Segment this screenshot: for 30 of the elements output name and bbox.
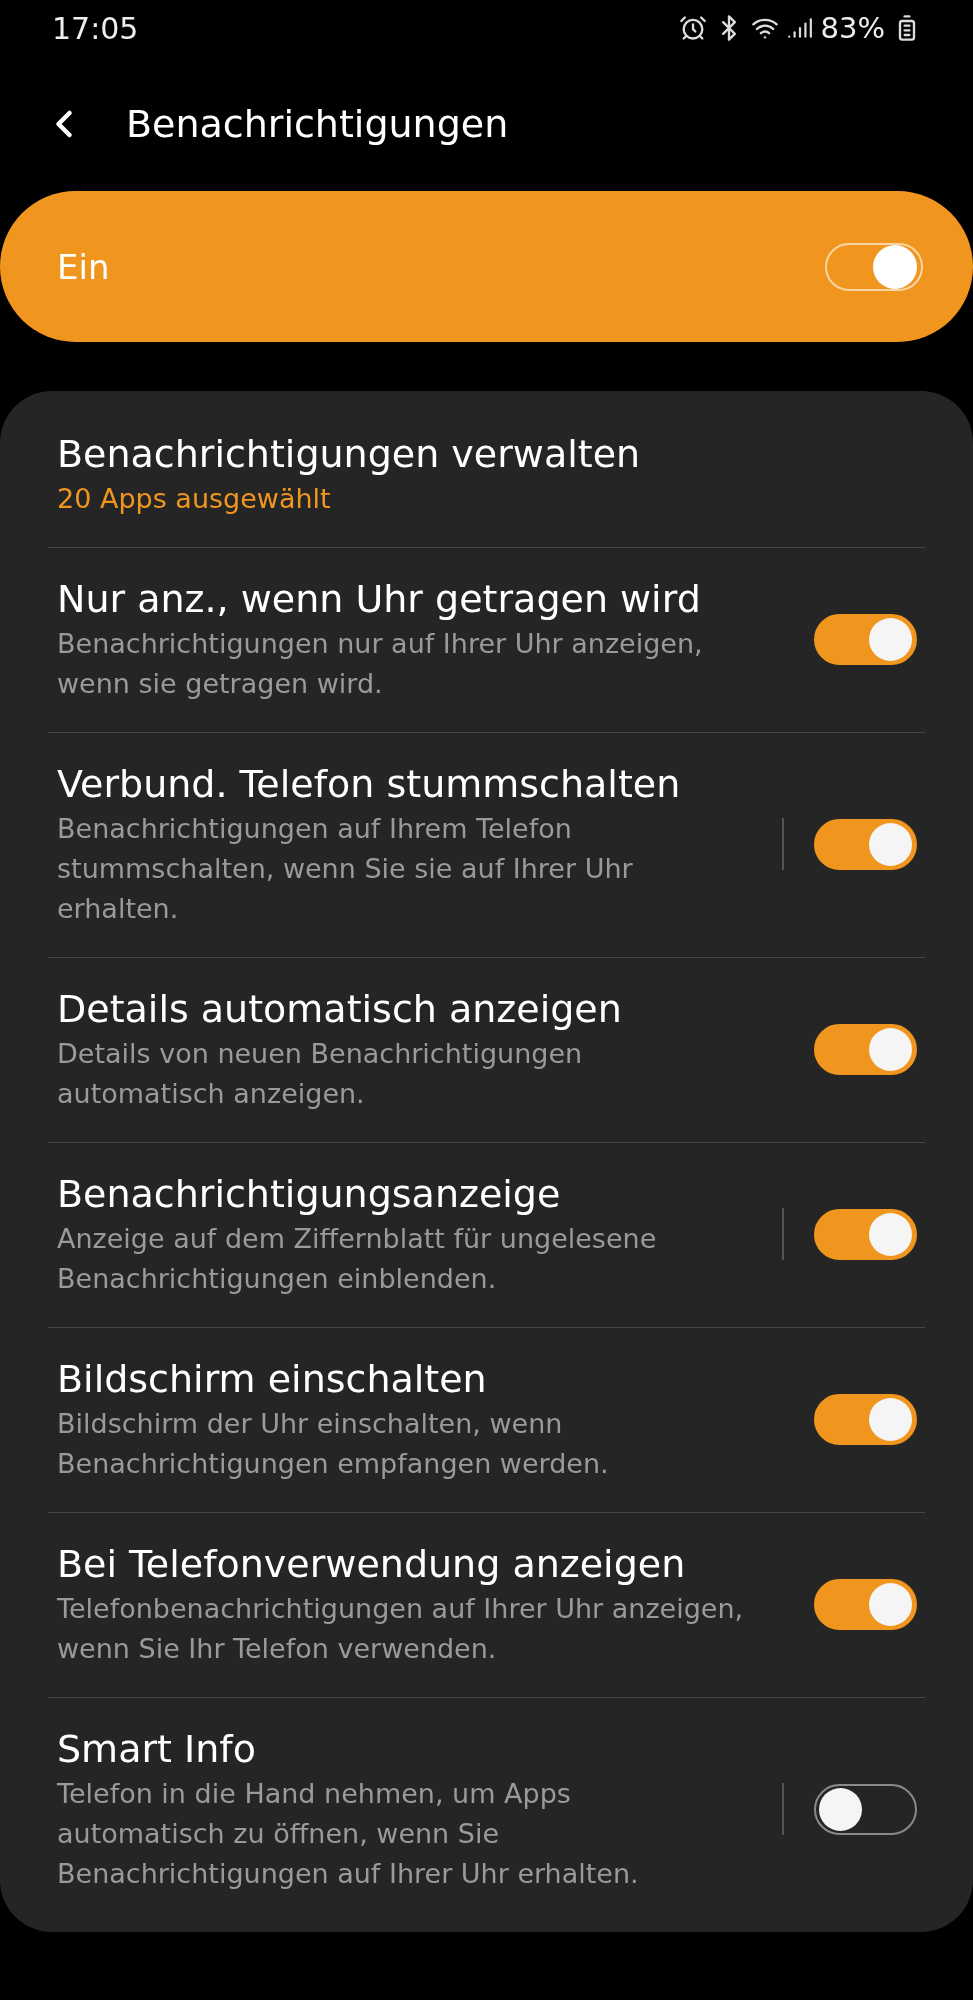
setting-title[interactable]: Verbund. Telefon stummschalten: [57, 759, 782, 809]
setting-title[interactable]: Nur anz., wenn Uhr getragen wird: [57, 574, 814, 624]
toggle-switch[interactable]: [814, 1578, 917, 1630]
setting-title[interactable]: Benachrichtigungsanzeige: [57, 1169, 782, 1219]
page-title: Benachrichtigungen: [126, 101, 509, 146]
setting-title[interactable]: Details automatisch anzeigen: [57, 984, 814, 1034]
toggle-switch[interactable]: [814, 818, 917, 870]
toggle-switch[interactable]: [814, 1393, 917, 1445]
battery-level: 83%: [820, 11, 885, 45]
toggle-switch[interactable]: [814, 1023, 917, 1075]
setting-description: Bildschirm der Uhr einschalten, wenn Benachrichtigungen empfangen werden.: [57, 1407, 610, 1481]
toggle-switch[interactable]: [814, 1783, 917, 1835]
toggle-switch[interactable]: [814, 613, 917, 665]
setting-title[interactable]: Bildschirm einschalten: [57, 1354, 814, 1404]
alarm-icon: [678, 14, 707, 42]
setting-description: Benachrichtigungen nur auf Ihrer Uhr anzeigen, wenn sie getragen wird.: [57, 627, 704, 701]
status-time: 17:05: [52, 10, 139, 46]
setting-title[interactable]: Benachrichtigungen verwalten: [57, 429, 925, 479]
setting-title[interactable]: Smart Info: [57, 1724, 782, 1774]
master-toggle[interactable]: [825, 242, 923, 291]
setting-description: 20 Apps ausgewählt: [57, 482, 332, 516]
setting-title[interactable]: Bei Telefonverwendung anzeigen: [57, 1539, 814, 1589]
setting-description: Telefon in die Hand nehmen, um Apps automatisch zu öffnen, wenn Sie Benachrichtigungen auf Ihrer Uhr erhalten.: [57, 1777, 640, 1891]
setting-description: Telefonbenachrichtigungen auf Ihrer Uhr anzeigen, wenn Sie Ihr Telefon verwenden.: [57, 1592, 745, 1666]
setting-description: Details von neuen Benachrichtigungen automatisch anzeigen.: [57, 1037, 584, 1111]
setting-description: Benachrichtigungen auf Ihrem Telefon stummschalten, wenn Sie sie auf Ihrer Uhr erhalten.: [57, 812, 634, 926]
toggle-switch[interactable]: [814, 1208, 917, 1260]
signal-icon: [786, 15, 813, 41]
master-label: Ein: [57, 246, 110, 287]
setting-description: Anzeige auf dem Ziffernblatt für ungelesene Benachrichtigungen einblenden.: [57, 1222, 658, 1296]
